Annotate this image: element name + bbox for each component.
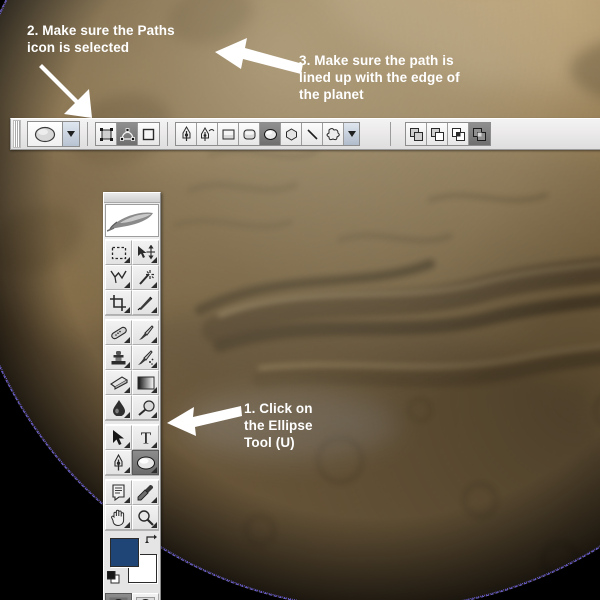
blur-tool[interactable] [105, 395, 132, 420]
exclude-overlapping-path-areas-button[interactable] [469, 123, 490, 145]
clone-stamp-tool[interactable] [105, 345, 132, 370]
photoshop-feather-logo [105, 204, 159, 237]
options-bar-grip[interactable] [13, 120, 21, 148]
annotation-3-path-alignment: 3. Make sure the path is lined up with t… [299, 53, 460, 102]
tool-row[interactable] [105, 505, 159, 530]
eraser-tool[interactable] [105, 370, 132, 395]
eyedropper-tool[interactable] [132, 480, 159, 505]
divider [87, 122, 88, 146]
notes-tool[interactable] [105, 480, 132, 505]
tools-palette-titlebar[interactable] [104, 193, 160, 203]
color-swatches[interactable] [105, 534, 159, 590]
hand-tool[interactable] [105, 505, 132, 530]
tool-group-painting[interactable] [105, 319, 159, 421]
divider [167, 122, 168, 146]
annotation-2-paths-icon: 2. Make sure the Paths icon is selected [27, 23, 175, 55]
rounded-rectangle-icon [243, 129, 255, 139]
foreground-color-swatch[interactable] [110, 538, 139, 567]
polygon-tool-button[interactable] [281, 123, 302, 145]
paths-icon [119, 127, 135, 141]
shape-tools-group[interactable] [175, 122, 360, 146]
paths-button[interactable] [117, 123, 138, 145]
standard-mode-button[interactable] [105, 593, 132, 600]
intersect-path-area-icon [451, 127, 465, 141]
tool-group-selection[interactable] [105, 239, 159, 316]
exclude-path-area-icon [473, 127, 486, 141]
tool-row[interactable] [105, 395, 159, 420]
line-tool-button[interactable] [302, 123, 323, 145]
svg-text:T: T [140, 429, 151, 446]
shape-layers-button[interactable] [96, 123, 117, 145]
standard-mode-icon [109, 597, 128, 600]
move-tool[interactable] [132, 240, 159, 265]
ellipse-shape-tool[interactable] [132, 450, 159, 475]
tool-row[interactable] [105, 450, 159, 475]
tool-row[interactable] [105, 370, 159, 395]
annotation-1-ellipse-tool: 1. Click on the Ellipse Tool (U) [244, 401, 313, 450]
quick-mask-icon [136, 596, 155, 600]
fill-pixels-button[interactable] [138, 123, 159, 145]
default-colors-icon[interactable] [107, 571, 120, 584]
custom-shape-icon [326, 127, 340, 140]
lasso-tool[interactable] [105, 265, 132, 290]
type-tool[interactable]: T [132, 425, 159, 450]
ellipse-icon [34, 126, 56, 142]
tools-palette[interactable]: T [103, 192, 161, 600]
freeform-pen-tool-button[interactable] [197, 123, 218, 145]
geometry-options-button[interactable] [344, 123, 359, 145]
pen-tool[interactable] [105, 450, 132, 475]
rounded-rectangle-tool-button[interactable] [239, 123, 260, 145]
gradient-tool[interactable] [132, 370, 159, 395]
custom-shape-tool-button[interactable] [323, 123, 344, 145]
screenshot-canvas: 2. Make sure the Paths icon is selected … [0, 0, 600, 600]
path-area-group[interactable] [405, 122, 491, 146]
tool-group-utility[interactable] [105, 479, 159, 531]
zoom-tool[interactable] [132, 505, 159, 530]
tool-group-vector[interactable]: T [105, 424, 159, 476]
feather-icon [107, 211, 153, 232]
freeform-pen-icon [201, 127, 215, 141]
quick-mask-group[interactable] [105, 593, 159, 600]
ellipse-tool-icon [28, 122, 62, 146]
tool-row[interactable] [105, 320, 159, 345]
tool-preset-picker[interactable] [27, 121, 80, 147]
polygon-icon [285, 127, 297, 141]
dodge-tool[interactable] [132, 395, 159, 420]
divider [390, 122, 391, 146]
marquee-tool[interactable] [105, 240, 132, 265]
add-path-area-icon [409, 127, 423, 141]
add-to-path-area-button[interactable] [406, 123, 427, 145]
subtract-from-path-area-button[interactable] [427, 123, 448, 145]
ellipse-tool-button[interactable] [260, 123, 281, 145]
options-bar[interactable] [10, 118, 600, 150]
crop-tool[interactable] [105, 290, 132, 315]
subtract-path-area-icon [430, 127, 444, 141]
tool-row[interactable] [105, 240, 159, 265]
path-selection-tool[interactable] [105, 425, 132, 450]
tool-row[interactable] [105, 480, 159, 505]
fill-pixels-icon [142, 128, 155, 140]
tool-row[interactable] [105, 345, 159, 370]
brush-tool[interactable] [132, 320, 159, 345]
intersect-path-areas-button[interactable] [448, 123, 469, 145]
rectangle-tool-button[interactable] [218, 123, 239, 145]
tool-row[interactable] [105, 290, 159, 315]
chevron-down-icon[interactable] [62, 122, 79, 146]
shape-layers-icon [99, 127, 113, 141]
tool-row[interactable]: T [105, 425, 159, 450]
swap-colors-icon[interactable] [145, 534, 157, 546]
pen-icon [182, 126, 190, 141]
history-brush-tool[interactable] [132, 345, 159, 370]
magic-wand-tool[interactable] [132, 265, 159, 290]
ellipse-icon [263, 128, 277, 140]
slice-tool[interactable] [132, 290, 159, 315]
pen-tool-button[interactable] [176, 123, 197, 145]
shape-mode-group[interactable] [95, 122, 160, 146]
rectangle-icon [222, 129, 234, 139]
chevron-down-icon [347, 131, 356, 137]
line-icon [306, 128, 318, 140]
quick-mask-mode-button[interactable] [132, 593, 159, 600]
tool-row[interactable] [105, 265, 159, 290]
healing-brush-tool[interactable] [105, 320, 132, 345]
